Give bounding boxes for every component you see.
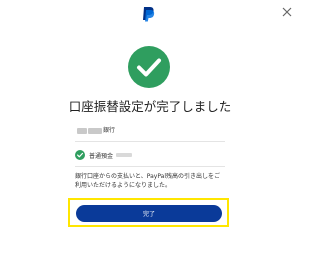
redacted-text bbox=[77, 127, 87, 134]
redacted-account-number bbox=[116, 153, 133, 157]
account-row: 普通預金 bbox=[75, 149, 133, 161]
redacted-text bbox=[88, 127, 102, 134]
done-button[interactable]: 完了 bbox=[76, 205, 222, 222]
bank-name-label: 銀行 bbox=[103, 127, 116, 134]
close-icon[interactable] bbox=[280, 5, 294, 19]
description-text: 銀行口座からの支払いと、PayPal残高の引き出しをご利用いただけるようになりま… bbox=[75, 173, 221, 189]
checkmark-circle-icon bbox=[128, 46, 170, 88]
divider bbox=[75, 141, 225, 142]
bank-name-row: 銀行 bbox=[77, 125, 115, 134]
divider bbox=[75, 166, 225, 167]
checkmark-icon bbox=[75, 150, 85, 160]
page-title: 口座振替設定が完了しました bbox=[68, 99, 232, 114]
top-bar bbox=[0, 0, 300, 30]
paypal-logo-icon bbox=[143, 7, 155, 22]
account-type-label: 普通預金 bbox=[89, 152, 114, 160]
